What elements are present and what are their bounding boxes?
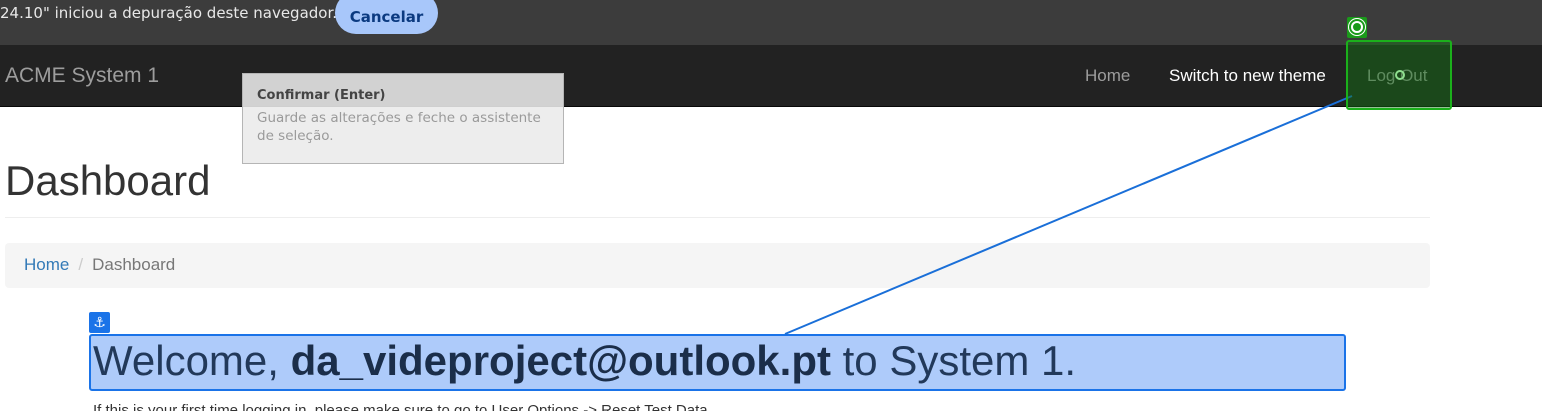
title-divider <box>5 217 1430 218</box>
first-login-info: If this is your first time logging in, p… <box>93 402 708 411</box>
page-title: Dashboard <box>5 157 211 204</box>
breadcrumb-separator: / <box>78 255 84 274</box>
debug-message: 24.10" iniciou a depuração deste navegad… <box>0 4 338 22</box>
confirm-tooltip: Confirmar (Enter) Guarde as alterações e… <box>242 73 564 164</box>
welcome-user: da_videproject@outlook.pt <box>290 337 831 384</box>
target-icon <box>1347 17 1367 38</box>
cancel-button[interactable]: Cancelar <box>335 0 438 34</box>
nav-home-link[interactable]: Home <box>1085 66 1130 86</box>
target-dot-icon <box>1395 70 1405 80</box>
breadcrumb-current: Dashboard <box>92 255 176 274</box>
welcome-heading: Welcome, da_videproject@outlook.pt to Sy… <box>93 337 1076 385</box>
anchor-icon: ⚓ <box>89 312 110 333</box>
tooltip-title: Confirmar (Enter) <box>257 88 386 103</box>
breadcrumb-home-link[interactable]: Home <box>24 255 69 274</box>
welcome-prefix: Welcome, <box>93 337 279 384</box>
welcome-suffix: to System 1. <box>842 337 1077 384</box>
top-navbar: ACME System 1 Home Switch to new theme L… <box>0 45 1542 107</box>
breadcrumb: Home / Dashboard <box>5 243 1430 288</box>
tooltip-body: Guarde as alterações e feche o assistent… <box>257 110 541 144</box>
nav-switch-theme-link[interactable]: Switch to new theme <box>1169 66 1326 86</box>
brand-link[interactable]: ACME System 1 <box>5 64 159 88</box>
debug-banner: 24.10" iniciou a depuração deste navegad… <box>0 0 1542 45</box>
